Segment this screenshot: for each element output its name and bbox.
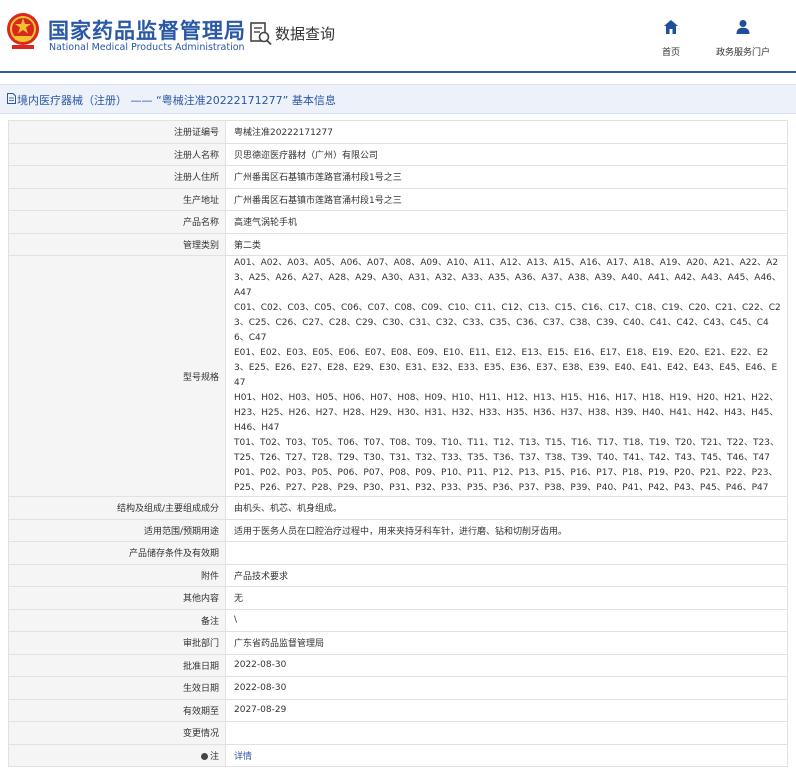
header-divider <box>0 71 796 73</box>
field-label: 备注 <box>8 608 226 632</box>
field-value: 2027-08-29 <box>225 698 788 722</box>
table-row: 变更情况 <box>8 721 788 745</box>
nav-service-portal-label: 政务服务门户 <box>716 48 771 58</box>
field-label: 审批部门 <box>8 631 226 655</box>
site-header: 国家药品监督管理局 National Medical Products Admi… <box>0 0 796 72</box>
field-value: 2022-08-30 <box>225 676 788 700</box>
table-row: 适用范围/预期用途 适用于医务人员在口腔治疗过程中，用来夹持牙科车针，进行磨、钻… <box>8 518 788 542</box>
field-label: 产品名称 <box>8 210 226 234</box>
table-row: 注册人住所 广州番禺区石基镇市莲路官涌村段1号之三 <box>8 165 788 189</box>
field-label: 产品储存条件及有效期 <box>8 541 226 565</box>
detail-link[interactable]: 详情 <box>234 752 252 762</box>
table-row: 注 详情 <box>8 743 788 767</box>
field-label: 管理类别 <box>8 232 226 256</box>
field-label: 适用范围/预期用途 <box>8 518 226 542</box>
field-label: 结构及组成/主要组成成分 <box>8 496 226 520</box>
table-row: 注册人名称 贝思德迩医疗器材（广州）有限公司 <box>8 142 788 166</box>
field-value: \ <box>225 608 788 632</box>
table-row: 批准日期 2022-08-30 <box>8 653 788 677</box>
table-row: 生产地址 广州番禺区石基镇市莲路官涌村段1号之三 <box>8 187 788 211</box>
field-label: 有效期至 <box>8 698 226 722</box>
table-row: 有效期至 2027-08-29 <box>8 698 788 722</box>
model-line: E01、E02、E03、E05、E06、E07、E08、E09、E10、E11、… <box>234 348 778 388</box>
field-label: 其他内容 <box>8 586 226 610</box>
national-emblem-icon <box>7 13 39 49</box>
site-subtitle: National Medical Products Administration <box>49 42 245 53</box>
model-line: P01、P02、P03、P05、P06、P07、P08、P09、P10、P11、… <box>234 468 778 493</box>
table-row: 审批部门 广东省药品监督管理局 <box>8 631 788 655</box>
field-value: 产品技术要求 <box>225 563 788 587</box>
data-query-icon <box>250 22 272 46</box>
field-value: 广州番禺区石基镇市莲路官涌村段1号之三 <box>225 165 788 189</box>
table-row: 注册证编号 粤械注准20222171277 <box>8 120 788 144</box>
field-label: 型号规格 <box>8 255 226 497</box>
breadcrumb: 境内医疗器械（注册） —— “粤械注准20222171277” 基本信息 <box>0 84 796 114</box>
field-value: 由机头、机芯、机身组成。 <box>225 496 788 520</box>
registration-info-table: 注册证编号 粤械注准20222171277 注册人名称 贝思德迩医疗器材（广州）… <box>8 120 788 767</box>
table-row: 其他内容 无 <box>8 586 788 610</box>
field-label: 注册人住所 <box>8 165 226 189</box>
nav-home[interactable]: 首页 <box>662 19 680 59</box>
field-value: 无 <box>225 586 788 610</box>
field-label: 生产地址 <box>8 187 226 211</box>
table-row: 管理类别 第二类 <box>8 232 788 256</box>
breadcrumb-text: 境内医疗器械（注册） —— “粤械注准20222171277” 基本信息 <box>17 94 336 107</box>
table-row: 型号规格 A01、A02、A03、A05、A06、A07、A08、A09、A10… <box>8 255 788 497</box>
nav-service-portal[interactable]: 政务服务门户 <box>716 19 770 59</box>
field-value: 2022-08-30 <box>225 653 788 677</box>
user-icon <box>736 20 750 34</box>
field-value <box>225 721 788 745</box>
field-label: 批准日期 <box>8 653 226 677</box>
field-value: 适用于医务人员在口腔治疗过程中，用来夹持牙科车针，进行磨、钻和切削牙齿用。 <box>225 518 788 542</box>
field-value: 广州番禺区石基镇市莲路官涌村段1号之三 <box>225 187 788 211</box>
table-row: 附件 产品技术要求 <box>8 563 788 587</box>
site-title: 国家药品监督管理局 <box>48 19 246 43</box>
field-value: 第二类 <box>225 232 788 256</box>
table-row: 产品储存条件及有效期 <box>8 541 788 565</box>
field-label: 注 <box>209 751 219 762</box>
model-list: A01、A02、A03、A05、A06、A07、A08、A09、A10、A11、… <box>225 255 788 497</box>
table-row: 备注 \ <box>8 608 788 632</box>
document-icon <box>7 93 16 104</box>
model-line: H01、H02、H03、H05、H06、H07、H08、H09、H10、H11、… <box>234 393 779 433</box>
field-value: 高速气涡轮手机 <box>225 210 788 234</box>
home-icon <box>664 20 678 34</box>
field-value: 广东省药品监督管理局 <box>225 631 788 655</box>
note-value-cell: 详情 <box>225 743 788 767</box>
field-label: 注册证编号 <box>8 120 226 144</box>
field-label: 生效日期 <box>8 676 226 700</box>
data-query-label[interactable]: 数据查询 <box>275 23 335 44</box>
note-label-cell: 注 <box>8 743 226 767</box>
nav-home-label: 首页 <box>662 48 681 58</box>
field-label: 变更情况 <box>8 721 226 745</box>
model-line: T01、T02、T03、T05、T06、T07、T08、T09、T10、T11、… <box>234 438 779 463</box>
model-line: A01、A02、A03、A05、A06、A07、A08、A09、A10、A11、… <box>234 258 781 298</box>
table-row: 生效日期 2022-08-30 <box>8 676 788 700</box>
table-row: 结构及组成/主要组成成分 由机头、机芯、机身组成。 <box>8 496 788 520</box>
bullet-icon <box>200 752 208 760</box>
model-line: C01、C02、C03、C05、C06、C07、C08、C09、C10、C11、… <box>234 303 781 343</box>
field-label: 附件 <box>8 563 226 587</box>
table-row: 产品名称 高速气涡轮手机 <box>8 210 788 234</box>
field-value: 贝思德迩医疗器材（广州）有限公司 <box>225 142 788 166</box>
field-value: 粤械注准20222171277 <box>225 120 788 144</box>
field-label: 注册人名称 <box>8 142 226 166</box>
field-value <box>225 541 788 565</box>
